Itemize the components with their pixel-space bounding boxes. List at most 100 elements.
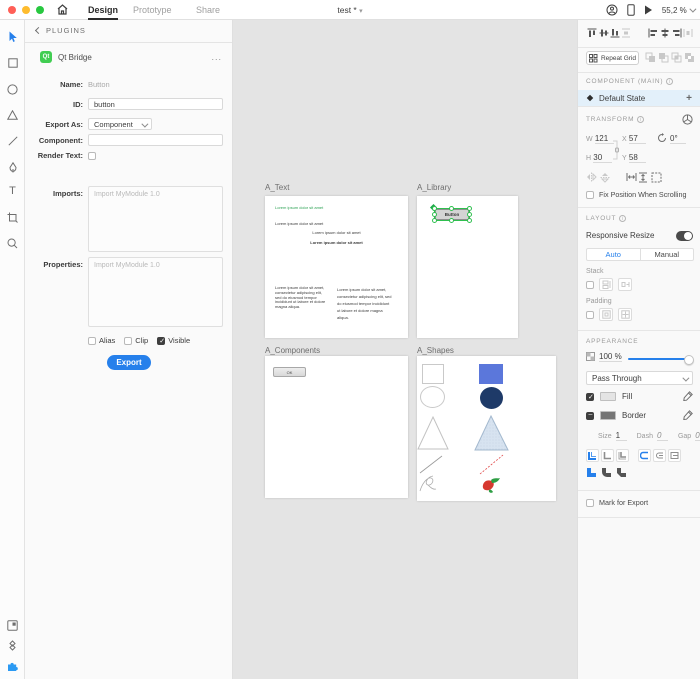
border-outer-icon[interactable] (616, 449, 629, 462)
line-plain-shape[interactable] (420, 456, 442, 473)
plugins-panel-icon[interactable] (0, 656, 25, 676)
border-eyedropper-icon[interactable] (683, 410, 693, 420)
distribute-vertical-icon[interactable] (620, 27, 631, 38)
layers-panel-icon[interactable] (0, 635, 25, 655)
selection-handle[interactable] (432, 206, 437, 211)
blend-mode-dropdown[interactable]: Pass Through (586, 371, 693, 385)
component-input[interactable] (88, 134, 223, 146)
artboard-a-text[interactable]: Lorem ipsum dolor sit amet Lorem ipsum d… (265, 196, 408, 338)
painted-blob-shape[interactable] (481, 477, 501, 494)
text-green[interactable]: Lorem ipsum dolor sit amet (275, 205, 323, 210)
line-shapes[interactable] (417, 452, 512, 476)
selection-handle[interactable] (449, 206, 454, 211)
mark-for-export-checkbox[interactable] (586, 499, 594, 507)
selection-handle[interactable] (432, 212, 437, 217)
ellipse-tool-icon[interactable] (0, 79, 25, 99)
text-tool-icon[interactable]: T (0, 181, 25, 201)
opacity-field[interactable]: 100 % (599, 352, 622, 362)
text-paragraph-loose[interactable]: Lorem ipsum dolor sit amet, consectetur … (337, 286, 393, 321)
text-bold[interactable]: Lorem ipsum dolor sit amet (265, 240, 408, 245)
3d-transform-icon[interactable] (682, 114, 693, 125)
align-middle-vertical-icon[interactable] (598, 27, 609, 38)
zoom-tool-icon[interactable] (0, 233, 25, 253)
responsive-resize-toggle[interactable] (676, 231, 693, 241)
selection-handle[interactable] (449, 218, 454, 223)
joint-miter-icon[interactable] (586, 467, 597, 478)
ellipse-outline-shape[interactable] (420, 386, 445, 408)
ellipse-filled-shape[interactable] (480, 387, 503, 409)
artboard-label-a-text[interactable]: A_Text (265, 183, 289, 192)
artboard-label-a-shapes[interactable]: A_Shapes (417, 346, 454, 355)
selection-handle[interactable] (467, 218, 472, 223)
joint-round-icon[interactable] (601, 467, 612, 478)
constraints-icon[interactable] (651, 172, 662, 183)
border-swatch[interactable] (600, 411, 616, 420)
stack-vertical-icon[interactable] (599, 278, 613, 291)
align-bottom-icon[interactable] (609, 27, 620, 38)
pen-loop-shape[interactable] (419, 474, 443, 494)
assets-panel-icon[interactable] (0, 615, 25, 635)
opacity-slider[interactable] (628, 358, 690, 360)
info-icon[interactable]: i (637, 116, 644, 123)
id-input[interactable] (88, 98, 223, 110)
rectangle-tool-icon[interactable] (0, 53, 25, 73)
selection-handle[interactable] (467, 212, 472, 217)
share-user-icon[interactable] (606, 4, 618, 16)
align-right-icon[interactable] (671, 27, 682, 38)
canvas[interactable]: A_Text Lorem ipsum dolor sit amet Lorem … (233, 20, 577, 679)
rectangle-filled-shape[interactable] (479, 364, 503, 384)
plugins-breadcrumb[interactable]: PLUGINS (36, 26, 86, 35)
padding-uniform-icon[interactable] (599, 308, 613, 321)
stack-horizontal-icon[interactable] (618, 278, 632, 291)
boolean-add-icon[interactable] (645, 52, 656, 63)
artboard-a-shapes[interactable] (417, 356, 556, 501)
fill-swatch[interactable] (600, 392, 616, 401)
document-title[interactable]: test * ▾ (0, 0, 700, 20)
alias-checkbox[interactable] (88, 337, 96, 345)
device-preview-icon[interactable] (627, 4, 635, 16)
export-button[interactable]: Export (107, 355, 151, 370)
text-left[interactable]: Lorem ipsum dolor sit amet (275, 221, 323, 226)
stack-checkbox[interactable] (586, 281, 594, 289)
artboard-label-a-components[interactable]: A_Components (265, 346, 320, 355)
y-field[interactable]: Y 58 (622, 153, 646, 163)
cap-butt-icon[interactable] (638, 449, 651, 462)
x-field[interactable]: X 57 (622, 134, 646, 144)
border-inner-icon[interactable] (586, 449, 599, 462)
manual-option[interactable]: Manual (641, 249, 694, 260)
desktop-preview-play-icon[interactable] (644, 5, 653, 15)
info-icon[interactable]: i (666, 78, 673, 85)
padding-individual-icon[interactable] (618, 308, 632, 321)
artboard-tool-icon[interactable] (0, 207, 25, 227)
width-field[interactable]: W 121 (586, 134, 614, 144)
border-center-icon[interactable] (601, 449, 614, 462)
select-tool-icon[interactable] (0, 27, 25, 47)
visible-checkbox[interactable] (157, 337, 165, 345)
resize-horizontal-icon[interactable] (626, 172, 637, 182)
rotation-icon[interactable] (657, 133, 667, 143)
flip-horizontal-icon[interactable] (586, 172, 597, 182)
padding-checkbox[interactable] (586, 311, 594, 319)
clip-checkbox[interactable] (124, 337, 132, 345)
artboard-a-components[interactable]: OK (265, 356, 408, 498)
polygon-tool-icon[interactable] (0, 105, 25, 125)
line-dashed-shape[interactable] (480, 455, 503, 474)
selection-handle[interactable] (467, 206, 472, 211)
render-text-checkbox[interactable] (88, 152, 96, 160)
flip-vertical-icon[interactable] (600, 172, 610, 183)
border-checkbox[interactable] (586, 412, 594, 420)
ok-button-component[interactable]: OK (273, 367, 306, 377)
selection-handle[interactable] (432, 218, 437, 223)
fix-position-checkbox[interactable] (586, 191, 594, 199)
default-state-row[interactable]: Default State + (578, 90, 700, 106)
rectangle-outline-shape[interactable] (422, 364, 444, 384)
border-dash-field[interactable]: 0 (657, 431, 668, 441)
border-gap-field[interactable]: 0 (695, 431, 700, 441)
line-tool-icon[interactable] (0, 131, 25, 151)
imports-textarea[interactable] (88, 186, 223, 252)
cap-projecting-icon[interactable] (668, 449, 681, 462)
fill-eyedropper-icon[interactable] (683, 391, 693, 401)
boolean-intersect-icon[interactable] (671, 52, 682, 63)
add-state-button[interactable]: + (686, 93, 692, 104)
fill-checkbox[interactable] (586, 393, 594, 401)
